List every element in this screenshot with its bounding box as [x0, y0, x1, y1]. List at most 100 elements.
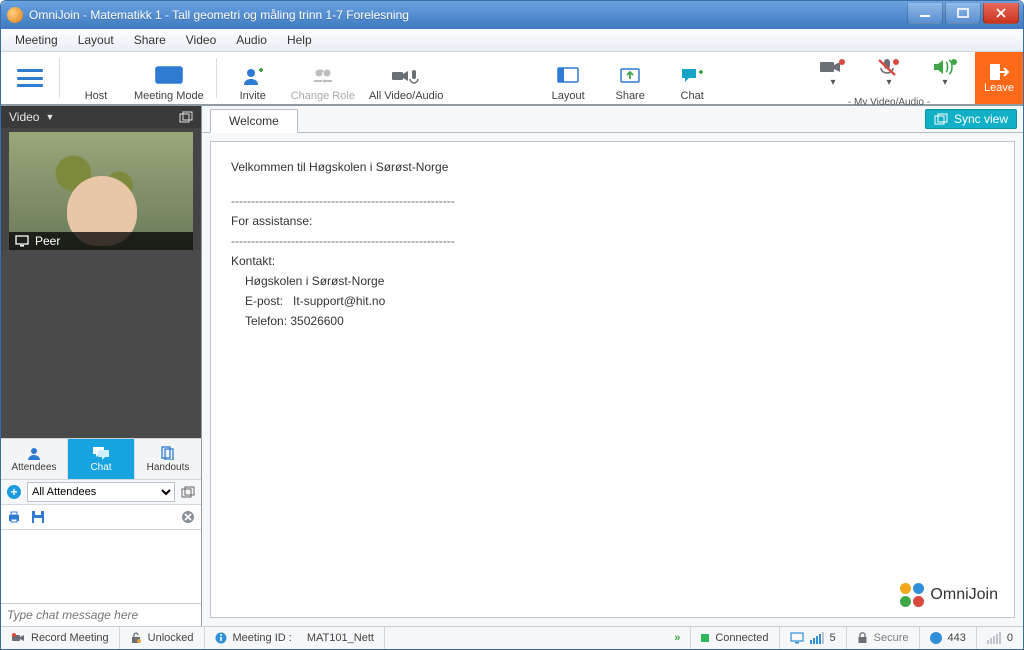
monitor-icon: [15, 235, 29, 247]
signal-icon: [810, 632, 824, 644]
contact-header: Kontakt:: [231, 254, 994, 268]
host-label: Host: [66, 52, 126, 104]
meeting-mode-icon: [155, 64, 183, 88]
attendees-icon: [26, 446, 42, 460]
connection-status: Connected: [691, 627, 779, 649]
chat-target-row: + All Attendees: [1, 479, 201, 505]
chat-icon: [92, 446, 110, 460]
tab-attendees[interactable]: Attendees: [1, 439, 68, 479]
video-panel-title: Video: [9, 110, 39, 124]
left-panel: Video ▼ Peer Attendees: [1, 106, 202, 626]
net-status: 0: [977, 627, 1023, 649]
layout-button[interactable]: Layout: [538, 52, 598, 104]
my-speaker-button[interactable]: ▾: [923, 49, 967, 97]
window-title: OmniJoin - Matematikk 1 - Tall geometri …: [29, 8, 905, 22]
contact-phone: Telefon: 35026600: [231, 314, 994, 328]
lock-icon: [857, 632, 868, 644]
brand-logo: OmniJoin: [900, 583, 998, 607]
body: Video ▼ Peer Attendees: [1, 105, 1023, 626]
my-camera-button[interactable]: ▾: [811, 49, 855, 97]
share-icon: [619, 64, 641, 88]
video-panel-header[interactable]: Video ▼: [1, 106, 201, 128]
secure-status: Secure: [847, 627, 920, 649]
status-bar: Record Meeting Unlocked Meeting ID : MAT…: [1, 626, 1023, 649]
status-dot-icon: [701, 634, 709, 642]
app-icon: [7, 7, 23, 23]
save-icon[interactable]: [31, 510, 45, 524]
chevron-down-icon: ▾: [830, 77, 835, 88]
chevron-down-icon: ▾: [886, 77, 891, 88]
share-button[interactable]: Share: [600, 52, 660, 104]
locked-status[interactable]: Unlocked: [120, 627, 205, 649]
popout-icon[interactable]: [179, 111, 193, 123]
chat-input[interactable]: [1, 604, 201, 626]
chevron-down-icon: ▾: [942, 77, 947, 88]
menu-layout[interactable]: Layout: [68, 31, 124, 49]
tab-chat[interactable]: Chat: [68, 439, 135, 479]
minimize-button[interactable]: [907, 3, 943, 24]
all-va-icon: [391, 64, 421, 88]
contact-email: E-post: It-support@hit.no: [231, 294, 994, 308]
tab-welcome[interactable]: Welcome: [210, 109, 298, 133]
leave-icon: [988, 62, 1010, 82]
change-role-button: Change Role: [285, 52, 361, 104]
content-tabs: Welcome Sync view: [202, 106, 1023, 133]
close-button[interactable]: [983, 3, 1019, 24]
info-icon: [215, 632, 227, 644]
invite-button[interactable]: Invite: [223, 52, 283, 104]
chat-input-row: [1, 603, 201, 626]
leave-button[interactable]: Leave: [975, 52, 1023, 104]
welcome-content: Velkommen til Høgskolen i Sørøst-Norge -…: [210, 141, 1015, 618]
video-area: [1, 250, 201, 438]
menu-share[interactable]: Share: [124, 31, 176, 49]
handouts-icon: [160, 446, 176, 460]
menu-video[interactable]: Video: [176, 31, 226, 49]
main-toolbar: Host Meeting Mode Invite Change Role Al: [1, 52, 1023, 105]
chat-button[interactable]: Chat: [662, 52, 722, 104]
chat-tools: [1, 505, 201, 530]
menu-audio[interactable]: Audio: [226, 31, 277, 49]
screens-status: 5: [780, 627, 847, 649]
chat-icon: [680, 64, 704, 88]
video-thumbnail[interactable]: Peer: [9, 132, 193, 250]
window-buttons: [905, 3, 1019, 23]
tab-handouts[interactable]: Handouts: [135, 439, 201, 479]
chat-target-select[interactable]: All Attendees: [27, 482, 175, 502]
monitor-icon: [790, 632, 804, 644]
clear-chat-icon[interactable]: [181, 510, 195, 524]
all-video-audio-button[interactable]: All Video/Audio: [363, 52, 449, 104]
welcome-heading: Velkommen til Høgskolen i Sørøst-Norge: [231, 160, 994, 174]
popout-icon[interactable]: [181, 486, 195, 498]
record-meeting-button[interactable]: Record Meeting: [1, 627, 120, 649]
meeting-id: Meeting ID : MAT101_Nett: [205, 627, 385, 649]
omnijoin-icon: [900, 583, 924, 607]
globe-icon: [930, 632, 942, 644]
invite-icon: [242, 64, 264, 88]
assistance-label: For assistanse:: [231, 214, 994, 228]
menu-meeting[interactable]: Meeting: [5, 31, 68, 49]
contact-org: Høgskolen i Sørøst-Norge: [231, 274, 994, 288]
chat-messages[interactable]: [1, 530, 201, 603]
main-panel: Welcome Sync view Velkommen til Høgskole…: [202, 106, 1023, 626]
menu-help[interactable]: Help: [277, 31, 322, 49]
sync-icon: [934, 113, 948, 125]
chevron-down-icon: ▼: [45, 112, 54, 122]
add-chat-button[interactable]: +: [7, 485, 21, 499]
print-icon[interactable]: [7, 510, 21, 524]
meeting-mode-button[interactable]: Meeting Mode: [128, 52, 210, 104]
port-status: 443: [920, 627, 977, 649]
left-tabs: Attendees Chat Handouts: [1, 438, 201, 479]
hamburger-button[interactable]: [17, 69, 43, 87]
maximize-button[interactable]: [945, 3, 981, 24]
expand-status[interactable]: »: [664, 627, 691, 649]
unlock-icon: [130, 632, 142, 644]
record-icon: [11, 632, 25, 644]
sync-view-button[interactable]: Sync view: [925, 109, 1017, 129]
my-mic-button[interactable]: ▾: [867, 49, 911, 97]
app-window: OmniJoin - Matematikk 1 - Tall geometri …: [0, 0, 1024, 650]
signal-icon: [987, 632, 1001, 644]
layout-icon: [557, 64, 579, 88]
change-role-icon: [311, 64, 335, 88]
video-thumb-label: Peer: [9, 232, 193, 250]
titlebar[interactable]: OmniJoin - Matematikk 1 - Tall geometri …: [1, 1, 1023, 29]
